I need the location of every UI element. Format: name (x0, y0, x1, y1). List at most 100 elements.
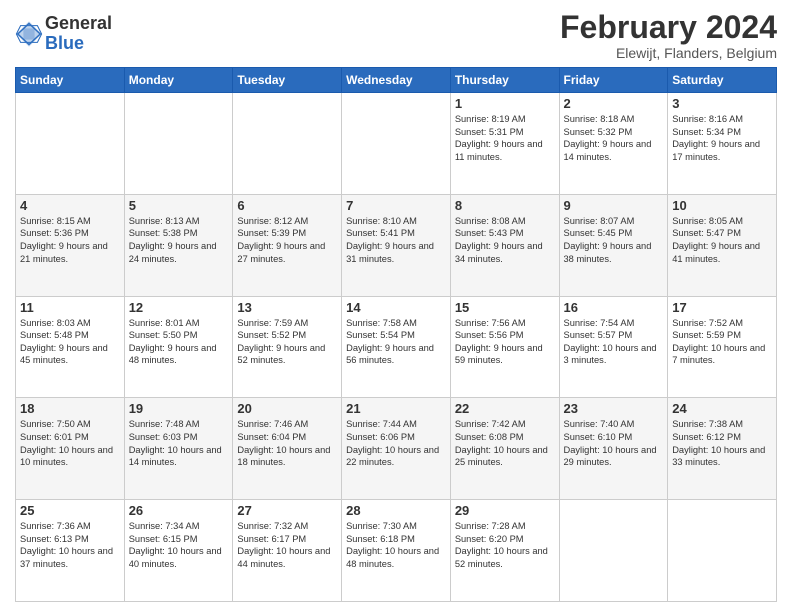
day-cell-w2-d6: 9Sunrise: 8:07 AM Sunset: 5:45 PM Daylig… (559, 194, 668, 296)
day-cell-w2-d7: 10Sunrise: 8:05 AM Sunset: 5:47 PM Dayli… (668, 194, 777, 296)
day-number: 14 (346, 300, 446, 315)
day-cell-w5-d6 (559, 500, 668, 602)
day-info: Sunrise: 7:30 AM Sunset: 6:18 PM Dayligh… (346, 520, 446, 570)
day-cell-w3-d3: 13 Sunrise: 7:59 AM Sunset: 5:52 PM Dayli… (233, 296, 342, 398)
col-friday: Friday (559, 68, 668, 93)
day-info: Sunrise: 7:38 AM Sunset: 6:12 PM Dayligh… (672, 418, 772, 468)
week-row-1: 1 Sunrise: 8:19 AM Sunset: 5:31 PM Daylig… (16, 93, 777, 195)
header-row: Sunday Monday Tuesday Wednesday Thursday… (16, 68, 777, 93)
day-info: Sunrise: 8:08 AM Sunset: 5:43 PM Dayligh… (455, 215, 555, 265)
day-info: Sunrise: 8:12 AM Sunset: 5:39 PM Dayligh… (237, 215, 337, 265)
day-cell-w2-d3: 6 Sunrise: 8:12 AM Sunset: 5:39 PM Daylig… (233, 194, 342, 296)
day-info: Sunrise: 8:03 AM Sunset: 5:48 PM Dayligh… (20, 317, 120, 367)
week-row-4: 18 Sunrise: 7:50 AM Sunset: 6:01 PM Dayli… (16, 398, 777, 500)
day-number: 28 (346, 503, 446, 518)
day-number: 13 (237, 300, 337, 315)
day-cell-w5-d4: 28 Sunrise: 7:30 AM Sunset: 6:18 PM Dayli… (342, 500, 451, 602)
day-number: 6 (237, 198, 337, 213)
logo-blue-text: Blue (45, 34, 112, 54)
day-info: Sunrise: 7:56 AM Sunset: 5:56 PM Dayligh… (455, 317, 555, 367)
day-info: Sunrise: 7:34 AM Sunset: 6:15 PM Dayligh… (129, 520, 229, 570)
main-title: February 2024 (560, 10, 777, 45)
week-row-3: 11 Sunrise: 8:03 AM Sunset: 5:48 PM Dayli… (16, 296, 777, 398)
day-info: Sunrise: 7:50 AM Sunset: 6:01 PM Dayligh… (20, 418, 120, 468)
day-number: 29 (455, 503, 555, 518)
day-cell-w3-d2: 12 Sunrise: 8:01 AM Sunset: 5:50 PM Dayli… (124, 296, 233, 398)
day-number: 1 (455, 96, 555, 111)
day-number: 11 (20, 300, 120, 315)
day-number: 9 (564, 198, 664, 213)
subtitle: Elewijt, Flanders, Belgium (560, 45, 777, 61)
day-number: 18 (20, 401, 120, 416)
day-info: Sunrise: 7:42 AM Sunset: 6:08 PM Dayligh… (455, 418, 555, 468)
logo-text: General Blue (45, 14, 112, 54)
day-cell-w4-d2: 19 Sunrise: 7:48 AM Sunset: 6:03 PM Dayli… (124, 398, 233, 500)
day-cell-w5-d7 (668, 500, 777, 602)
day-number: 8 (455, 198, 555, 213)
logo: General Blue (15, 14, 112, 54)
day-cell-w2-d4: 7Sunrise: 8:10 AM Sunset: 5:41 PM Daylig… (342, 194, 451, 296)
day-info: Sunrise: 8:10 AM Sunset: 5:41 PM Dayligh… (346, 215, 446, 265)
day-cell-w1-d7: 3Sunrise: 8:16 AM Sunset: 5:34 PM Daylig… (668, 93, 777, 195)
day-number: 16 (564, 300, 664, 315)
day-cell-w2-d2: 5 Sunrise: 8:13 AM Sunset: 5:38 PM Daylig… (124, 194, 233, 296)
day-cell-w1-d1 (16, 93, 125, 195)
day-number: 10 (672, 198, 772, 213)
day-info: Sunrise: 7:59 AM Sunset: 5:52 PM Dayligh… (237, 317, 337, 367)
day-number: 19 (129, 401, 229, 416)
day-number: 20 (237, 401, 337, 416)
page: General Blue February 2024 Elewijt, Flan… (0, 0, 792, 612)
day-info: Sunrise: 8:13 AM Sunset: 5:38 PM Dayligh… (129, 215, 229, 265)
calendar: Sunday Monday Tuesday Wednesday Thursday… (15, 67, 777, 602)
day-cell-w4-d5: 22 Sunrise: 7:42 AM Sunset: 6:08 PM Dayli… (450, 398, 559, 500)
day-info: Sunrise: 8:19 AM Sunset: 5:31 PM Dayligh… (455, 113, 555, 163)
day-number: 5 (129, 198, 229, 213)
day-number: 4 (20, 198, 120, 213)
day-cell-w5-d3: 27 Sunrise: 7:32 AM Sunset: 6:17 PM Dayli… (233, 500, 342, 602)
day-cell-w1-d3 (233, 93, 342, 195)
day-cell-w4-d4: 21Sunrise: 7:44 AM Sunset: 6:06 PM Dayli… (342, 398, 451, 500)
col-saturday: Saturday (668, 68, 777, 93)
header: General Blue February 2024 Elewijt, Flan… (15, 10, 777, 61)
day-number: 2 (564, 96, 664, 111)
col-monday: Monday (124, 68, 233, 93)
calendar-body: 1 Sunrise: 8:19 AM Sunset: 5:31 PM Daylig… (16, 93, 777, 602)
day-cell-w3-d1: 11 Sunrise: 8:03 AM Sunset: 5:48 PM Dayli… (16, 296, 125, 398)
col-sunday: Sunday (16, 68, 125, 93)
col-thursday: Thursday (450, 68, 559, 93)
day-number: 17 (672, 300, 772, 315)
calendar-header: Sunday Monday Tuesday Wednesday Thursday… (16, 68, 777, 93)
day-cell-w5-d1: 25Sunrise: 7:36 AM Sunset: 6:13 PM Dayli… (16, 500, 125, 602)
day-number: 15 (455, 300, 555, 315)
day-info: Sunrise: 7:58 AM Sunset: 5:54 PM Dayligh… (346, 317, 446, 367)
day-cell-w3-d7: 17Sunrise: 7:52 AM Sunset: 5:59 PM Dayli… (668, 296, 777, 398)
day-cell-w2-d1: 4 Sunrise: 8:15 AM Sunset: 5:36 PM Daylig… (16, 194, 125, 296)
day-info: Sunrise: 7:46 AM Sunset: 6:04 PM Dayligh… (237, 418, 337, 468)
week-row-2: 4 Sunrise: 8:15 AM Sunset: 5:36 PM Daylig… (16, 194, 777, 296)
day-number: 3 (672, 96, 772, 111)
day-cell-w4-d7: 24 Sunrise: 7:38 AM Sunset: 6:12 PM Dayli… (668, 398, 777, 500)
day-number: 12 (129, 300, 229, 315)
day-cell-w5-d5: 29Sunrise: 7:28 AM Sunset: 6:20 PM Dayli… (450, 500, 559, 602)
day-number: 26 (129, 503, 229, 518)
day-number: 22 (455, 401, 555, 416)
week-row-5: 25Sunrise: 7:36 AM Sunset: 6:13 PM Dayli… (16, 500, 777, 602)
day-info: Sunrise: 7:44 AM Sunset: 6:06 PM Dayligh… (346, 418, 446, 468)
day-cell-w3-d6: 16Sunrise: 7:54 AM Sunset: 5:57 PM Dayli… (559, 296, 668, 398)
day-cell-w1-d4 (342, 93, 451, 195)
col-wednesday: Wednesday (342, 68, 451, 93)
day-info: Sunrise: 7:48 AM Sunset: 6:03 PM Dayligh… (129, 418, 229, 468)
day-info: Sunrise: 8:18 AM Sunset: 5:32 PM Dayligh… (564, 113, 664, 163)
day-cell-w4-d1: 18 Sunrise: 7:50 AM Sunset: 6:01 PM Dayli… (16, 398, 125, 500)
day-info: Sunrise: 7:36 AM Sunset: 6:13 PM Dayligh… (20, 520, 120, 570)
day-cell-w1-d2 (124, 93, 233, 195)
day-info: Sunrise: 8:15 AM Sunset: 5:36 PM Dayligh… (20, 215, 120, 265)
day-info: Sunrise: 7:40 AM Sunset: 6:10 PM Dayligh… (564, 418, 664, 468)
day-cell-w3-d5: 15 Sunrise: 7:56 AM Sunset: 5:56 PM Dayli… (450, 296, 559, 398)
day-info: Sunrise: 7:32 AM Sunset: 6:17 PM Dayligh… (237, 520, 337, 570)
day-number: 24 (672, 401, 772, 416)
day-number: 27 (237, 503, 337, 518)
day-cell-w1-d6: 2 Sunrise: 8:18 AM Sunset: 5:32 PM Daylig… (559, 93, 668, 195)
day-info: Sunrise: 8:01 AM Sunset: 5:50 PM Dayligh… (129, 317, 229, 367)
day-cell-w4-d6: 23Sunrise: 7:40 AM Sunset: 6:10 PM Dayli… (559, 398, 668, 500)
